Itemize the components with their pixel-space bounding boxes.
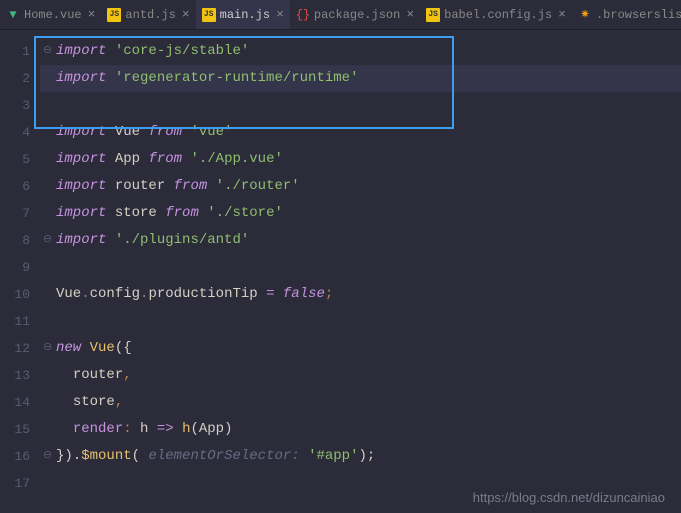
tab-package-json[interactable]: {} package.json × xyxy=(290,0,420,29)
close-icon[interactable]: × xyxy=(406,7,414,22)
fold-icon[interactable]: ⊖ xyxy=(43,443,52,470)
code-line xyxy=(40,254,681,281)
close-icon[interactable]: × xyxy=(558,7,566,22)
code-line xyxy=(40,308,681,335)
fold-icon[interactable]: ⊖ xyxy=(43,38,52,65)
tab-main-js[interactable]: JS main.js × xyxy=(196,0,290,29)
line-number: 8 xyxy=(0,227,30,254)
vue-icon: ▼ xyxy=(6,8,20,22)
tab-browserslist[interactable]: ✷ .browserslistrc × xyxy=(572,0,681,29)
code-line: ⊖import './plugins/antd' xyxy=(40,227,681,254)
line-number: 17 xyxy=(0,470,30,497)
close-icon[interactable]: × xyxy=(276,7,284,22)
tab-label: antd.js xyxy=(125,8,175,22)
watermark: https://blog.csdn.net/dizuncainiao xyxy=(473,490,665,505)
tab-babel-config[interactable]: JS babel.config.js × xyxy=(420,0,572,29)
line-number: 15 xyxy=(0,416,30,443)
js-icon: JS xyxy=(107,8,121,22)
line-number: 14 xyxy=(0,389,30,416)
tab-antd-js[interactable]: JS antd.js × xyxy=(101,0,195,29)
close-icon[interactable]: × xyxy=(182,7,190,22)
code-line: import store from './store' xyxy=(40,200,681,227)
js-icon: JS xyxy=(426,8,440,22)
tab-label: main.js xyxy=(220,8,270,22)
tab-label: Home.vue xyxy=(24,8,82,22)
browserslist-icon: ✷ xyxy=(578,8,592,22)
line-number: 12 xyxy=(0,335,30,362)
line-number: 2 xyxy=(0,65,30,92)
code-line: render: h => h(App) xyxy=(40,416,681,443)
editor-tabs: ▼ Home.vue × JS antd.js × JS main.js × {… xyxy=(0,0,681,30)
json-icon: {} xyxy=(296,8,310,22)
tab-label: .browserslistrc xyxy=(596,8,681,22)
line-number: 16 xyxy=(0,443,30,470)
code-line: import App from './App.vue' xyxy=(40,146,681,173)
code-line: router, xyxy=(40,362,681,389)
line-number: 1 xyxy=(0,38,30,65)
line-number: 13 xyxy=(0,362,30,389)
code-line: import 'regenerator-runtime/runtime' xyxy=(40,65,681,92)
line-number: 4 xyxy=(0,119,30,146)
line-gutter: 1 2 3 4 5 6 7 8 9 10 11 12 13 14 15 16 1… xyxy=(0,30,40,513)
code-line: ⊖new Vue({ xyxy=(40,335,681,362)
code-area[interactable]: ⊖import 'core-js/stable' import 'regener… xyxy=(40,30,681,513)
code-line: import router from './router' xyxy=(40,173,681,200)
line-number: 5 xyxy=(0,146,30,173)
code-line: ⊖}).$mount( elementOrSelector: '#app'); xyxy=(40,443,681,470)
tab-label: babel.config.js xyxy=(444,8,552,22)
code-line: import Vue from 'vue' xyxy=(40,119,681,146)
fold-icon[interactable]: ⊖ xyxy=(43,335,52,362)
tab-home-vue[interactable]: ▼ Home.vue × xyxy=(0,0,101,29)
line-number: 6 xyxy=(0,173,30,200)
code-line xyxy=(40,92,681,119)
line-number: 10 xyxy=(0,281,30,308)
code-line: store, xyxy=(40,389,681,416)
fold-icon[interactable]: ⊖ xyxy=(43,227,52,254)
code-editor[interactable]: 1 2 3 4 5 6 7 8 9 10 11 12 13 14 15 16 1… xyxy=(0,30,681,513)
line-number: 11 xyxy=(0,308,30,335)
tab-label: package.json xyxy=(314,8,400,22)
line-number: 3 xyxy=(0,92,30,119)
code-line: Vue.config.productionTip = false; xyxy=(40,281,681,308)
code-line: ⊖import 'core-js/stable' xyxy=(40,38,681,65)
close-icon[interactable]: × xyxy=(88,7,96,22)
line-number: 9 xyxy=(0,254,30,281)
js-icon: JS xyxy=(202,8,216,22)
line-number: 7 xyxy=(0,200,30,227)
